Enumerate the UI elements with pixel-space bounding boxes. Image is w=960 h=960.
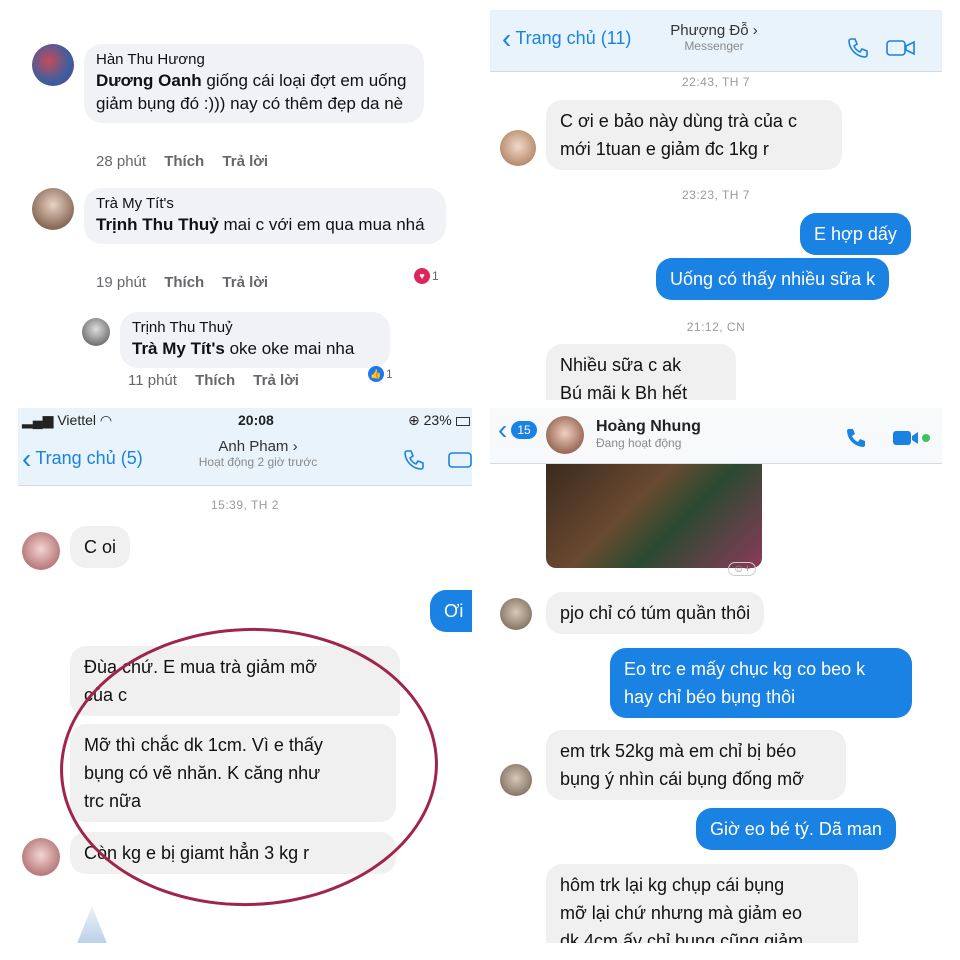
comment-text: Trịnh Thu Thuỷ mai c với em qua mua nhá: [96, 215, 425, 234]
contact-subtitle: Hoạt động 2 giờ trước: [198, 455, 318, 469]
timestamp: 22:43, TH 7: [682, 75, 750, 89]
comment-meta: 19 phút Thích Trả lời: [96, 274, 282, 291]
message-incoming[interactable]: em trk 52kg mà em chỉ bị béo bụng ý nhìn…: [546, 730, 846, 800]
shared-photo[interactable]: [546, 464, 762, 568]
chat-header: ‹ Trang chủ (11) Phượng Đỗ › Messenger: [490, 10, 942, 72]
reply-link[interactable]: Trả lời: [222, 274, 268, 291]
battery-icon: [455, 416, 470, 426]
message-outgoing[interactable]: Uống có thấy nhiều sữa k: [656, 258, 890, 300]
add-reaction-icon[interactable]: ☺+: [728, 562, 756, 576]
chat-header: ‹ 15 Hoàng Nhung Đang hoạt động: [490, 408, 942, 464]
comment-bubble: Trà My Tít's Trịnh Thu Thuỷ mai c với em…: [84, 188, 446, 244]
message-incoming[interactable]: pjo chỉ có túm quần thôi: [546, 592, 765, 634]
droplet-icon: [76, 906, 108, 943]
avatar[interactable]: [32, 188, 74, 230]
like-link[interactable]: Thích: [195, 372, 235, 389]
message-incoming[interactable]: C ơi e bảo này dùng trà của c mới 1tuan …: [546, 100, 842, 170]
avatar[interactable]: [82, 318, 110, 346]
heart-icon: ♥: [414, 268, 430, 284]
comment-reply: Trịnh Thu Thuỷ Trà My Tít's oke oke mai …: [82, 312, 390, 368]
back-button[interactable]: ‹ 15: [498, 414, 537, 445]
chevron-left-icon: ‹: [498, 414, 508, 445]
mention[interactable]: Trà My Tít's: [132, 339, 225, 358]
contact-subtitle: Messenger: [684, 39, 744, 53]
timestamp: 15:39, TH 2: [211, 498, 279, 512]
reply-link[interactable]: Trả lời: [253, 372, 299, 389]
comment-author[interactable]: Trịnh Thu Thuỷ: [132, 319, 378, 337]
message-incoming[interactable]: Nhiều sữa c ak Bú mãi k Bh hết: [546, 344, 736, 400]
reaction-count[interactable]: 👍 1: [368, 366, 393, 382]
comment-bubble: Trịnh Thu Thuỷ Trà My Tít's oke oke mai …: [120, 312, 390, 368]
contact-subtitle: Đang hoạt động: [596, 436, 682, 450]
messenger-chat-anh: ▂▄▆ Viettel ◠ 20:08 ⊕ 23% ‹ Trang chủ (5…: [18, 408, 472, 943]
like-link[interactable]: Thích: [164, 153, 204, 170]
comment-author[interactable]: Hàn Thu Hương: [96, 51, 412, 69]
avatar[interactable]: [22, 838, 60, 876]
message-outgoing[interactable]: E hợp dấy: [800, 213, 911, 255]
avatar[interactable]: [546, 416, 584, 454]
timestamp: 23:23, TH 7: [682, 188, 750, 202]
comment-time: 11 phút: [128, 372, 177, 389]
comment-text: Dương Oanh giống cái loại đợt em uống gi…: [96, 71, 407, 113]
carrier: ▂▄▆ Viettel ◠: [22, 412, 113, 428]
reply-link[interactable]: Trả lời: [222, 153, 268, 170]
reaction-count[interactable]: ♥ 1: [414, 268, 439, 284]
facebook-comments-panel: Hàn Thu Hương Dương Oanh giống cái loại …: [18, 30, 478, 400]
message-incoming[interactable]: hôm trk lại kg chụp cái bụng mỡ lại chứ …: [546, 864, 858, 943]
contact-name[interactable]: Phượng Đỗ › Messenger: [614, 22, 814, 53]
comment-author[interactable]: Trà My Tít's: [96, 195, 434, 213]
chevron-left-icon: ‹: [22, 442, 32, 474]
message-outgoing[interactable]: Giờ eo bé tý. Dã man: [696, 808, 896, 850]
contact-name[interactable]: Anh Pham › Hoạt động 2 giờ trước: [158, 438, 358, 469]
comment-text: Trà My Tít's oke oke mai nha: [132, 339, 355, 358]
avatar[interactable]: [500, 130, 536, 166]
mention[interactable]: Dương Oanh: [96, 71, 202, 90]
status-bar: ▂▄▆ Viettel ◠ 20:08 ⊕ 23%: [18, 408, 472, 432]
message-outgoing[interactable]: Ơi: [430, 590, 472, 632]
messenger-chat-phuong: ‹ Trang chủ (11) Phượng Đỗ › Messenger 2…: [490, 0, 942, 400]
timestamp: 21:12, CN: [686, 320, 746, 334]
phone-icon[interactable]: [844, 426, 868, 450]
chevron-left-icon: ‹: [502, 22, 512, 54]
back-button[interactable]: ‹ Trang chủ (11): [502, 22, 631, 54]
avatar[interactable]: [500, 764, 532, 796]
avatar[interactable]: [500, 598, 532, 630]
video-call-icon[interactable]: [448, 450, 472, 470]
message-incoming[interactable]: C oi: [70, 526, 131, 568]
avatar[interactable]: [32, 44, 74, 86]
clock: 20:08: [238, 412, 274, 428]
message-outgoing[interactable]: Eo trc e mấy chục kg co beo k hay chỉ bé…: [610, 648, 912, 718]
back-button[interactable]: ‹ Trang chủ (5): [22, 442, 143, 474]
messenger-chat-hoang: ‹ 15 Hoàng Nhung Đang hoạt động ☺+ pjo c…: [490, 408, 942, 943]
battery: ⊕ 23%: [408, 412, 470, 429]
avatar[interactable]: [22, 532, 60, 570]
phone-icon[interactable]: [846, 36, 870, 60]
video-call-icon[interactable]: [886, 38, 916, 58]
unread-badge: 15: [511, 421, 537, 439]
comment-bubble: Hàn Thu Hương Dương Oanh giống cái loại …: [84, 44, 424, 123]
mention[interactable]: Trịnh Thu Thuỷ: [96, 215, 219, 234]
comment-time: 19 phút: [96, 274, 147, 291]
like-link[interactable]: Thích: [164, 274, 204, 291]
comment-meta: 11 phút Thích Trả lời: [128, 372, 313, 389]
comment-2: Trà My Tít's Trịnh Thu Thuỷ mai c với em…: [32, 188, 446, 244]
thumbs-up-icon: 👍: [368, 366, 384, 382]
comment-time: 28 phút: [96, 153, 147, 170]
contact-name[interactable]: Hoàng Nhung Đang hoạt động: [596, 418, 701, 450]
wifi-icon: ◠: [99, 412, 113, 428]
chat-header: ▂▄▆ Viettel ◠ 20:08 ⊕ 23% ‹ Trang chủ (5…: [18, 408, 472, 486]
phone-icon[interactable]: [402, 448, 426, 472]
comment-meta: 28 phút Thích Trả lời: [96, 153, 282, 170]
comment-1: Hàn Thu Hương Dương Oanh giống cái loại …: [32, 44, 424, 123]
video-call-icon[interactable]: [892, 428, 934, 448]
